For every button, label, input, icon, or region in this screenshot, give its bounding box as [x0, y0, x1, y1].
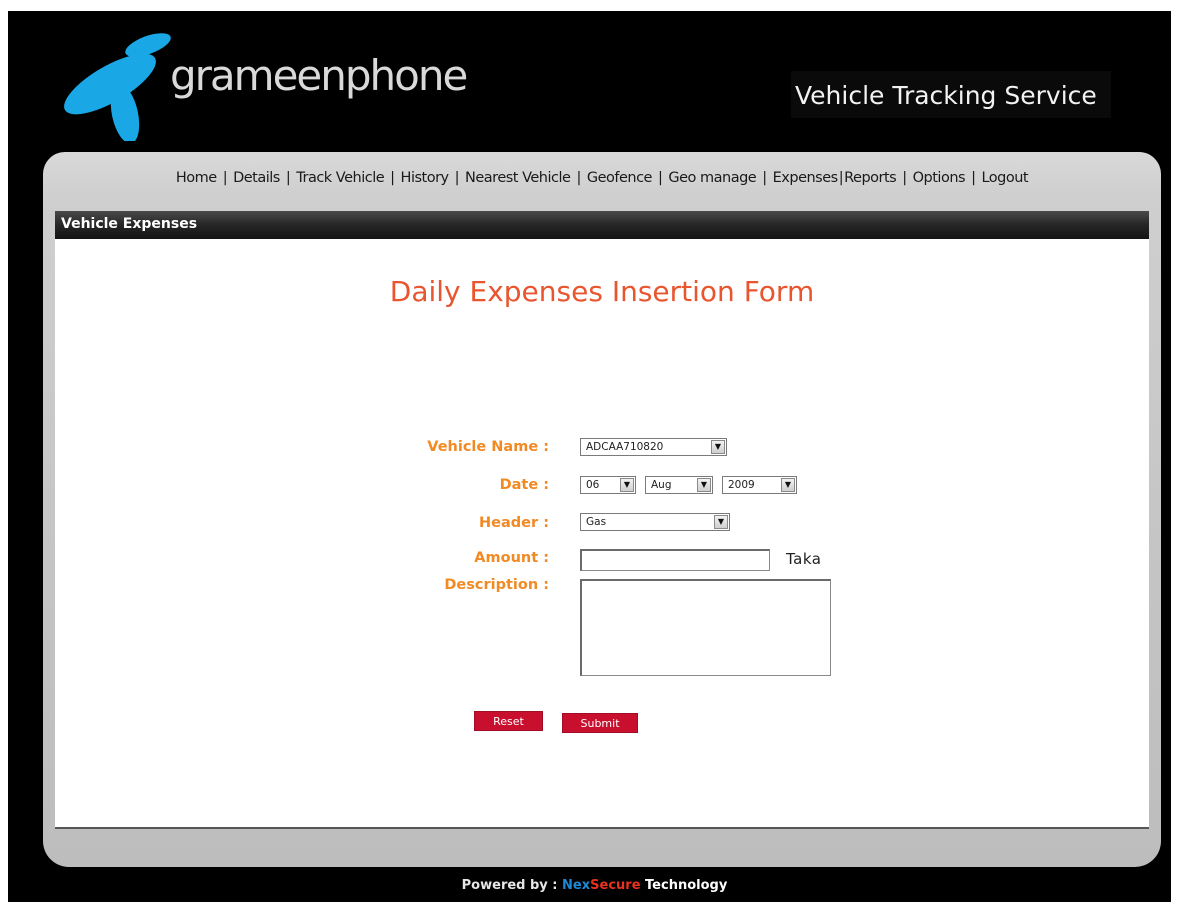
nav-geofence[interactable]: Geofence — [587, 170, 653, 186]
footer: Powered by : NexSecure Technology — [0, 878, 1181, 893]
vehicle-name-label: Vehicle Name : — [427, 439, 549, 455]
footer-prefix: Powered by : — [461, 878, 563, 893]
nav-separator: | — [902, 170, 907, 186]
date-month-select[interactable]: Aug ▼ — [645, 476, 713, 494]
page-frame: grameenphone Vehicle Tracking Service Ho… — [8, 11, 1171, 902]
reset-button[interactable]: Reset — [474, 711, 543, 731]
footer-brand-secure: Secure — [590, 878, 641, 893]
submit-button[interactable]: Submit — [562, 713, 638, 733]
nav-expenses[interactable]: Expenses — [773, 170, 839, 186]
main-panel: Home | Details | Track Vehicle | History | Neare… — [43, 152, 1161, 867]
top-navigation: Home | Details | Track Vehicle | History | Neare… — [43, 170, 1161, 198]
chevron-down-icon: ▼ — [714, 515, 728, 529]
section-header-bar: Vehicle Expenses — [55, 211, 1149, 239]
footer-brand-nex: Nex — [562, 878, 591, 893]
description-textarea[interactable] — [580, 579, 831, 676]
nav-reports[interactable]: Reports — [844, 170, 897, 186]
nav-separator: | — [222, 170, 228, 186]
nav-nearest-vehicle[interactable]: Nearest Vehicle — [465, 170, 571, 186]
form-content-area: Daily Expenses Insertion Form Vehicle Na… — [55, 239, 1149, 829]
description-label: Description : — [444, 577, 549, 593]
nav-separator: | — [971, 170, 976, 186]
date-year-value: 2009 — [728, 479, 755, 491]
chevron-down-icon: ▼ — [711, 440, 725, 454]
chevron-down-icon: ▼ — [781, 478, 795, 492]
date-day-select[interactable]: 06 ▼ — [580, 476, 636, 494]
nav-separator: | — [285, 170, 291, 186]
footer-brand-technology: Technology — [640, 878, 728, 893]
chevron-down-icon: ▼ — [697, 478, 711, 492]
nav-separator: | — [390, 170, 395, 186]
nav-logout[interactable]: Logout — [981, 170, 1028, 186]
nav-details[interactable]: Details — [233, 170, 280, 186]
grameenphone-logo-icon — [64, 33, 171, 141]
service-title: Vehicle Tracking Service — [791, 71, 1111, 118]
date-label: Date : — [499, 477, 549, 493]
nav-separator: | — [657, 170, 663, 186]
nav-options[interactable]: Options — [913, 170, 966, 186]
date-month-value: Aug — [651, 479, 672, 491]
chevron-down-icon: ▼ — [620, 478, 634, 492]
nav-history[interactable]: History — [401, 170, 450, 186]
vehicle-name-select[interactable]: ADCAA710820 ▼ — [580, 438, 727, 456]
form-title: Daily Expenses Insertion Form — [389, 275, 815, 308]
vehicle-name-value: ADCAA710820 — [586, 441, 664, 453]
date-day-value: 06 — [586, 479, 600, 491]
header-value: Gas — [586, 516, 607, 528]
nav-track-vehicle[interactable]: Track Vehicle — [296, 170, 384, 186]
section-title: Vehicle Expenses — [61, 216, 198, 232]
date-year-select[interactable]: 2009 ▼ — [722, 476, 797, 494]
nav-separator: | — [576, 170, 581, 186]
brand-name: grameenphone — [170, 51, 468, 100]
amount-unit-label: Taka — [786, 550, 822, 568]
nav-separator: | — [454, 170, 460, 186]
header-label: Header : — [479, 515, 549, 531]
header-select[interactable]: Gas ▼ — [580, 513, 730, 531]
amount-label: Amount : — [474, 550, 549, 566]
nav-home[interactable]: Home — [176, 170, 217, 186]
nav-geo-manage[interactable]: Geo manage — [668, 170, 756, 186]
nav-separator: | — [762, 170, 767, 186]
amount-input[interactable] — [580, 549, 770, 571]
